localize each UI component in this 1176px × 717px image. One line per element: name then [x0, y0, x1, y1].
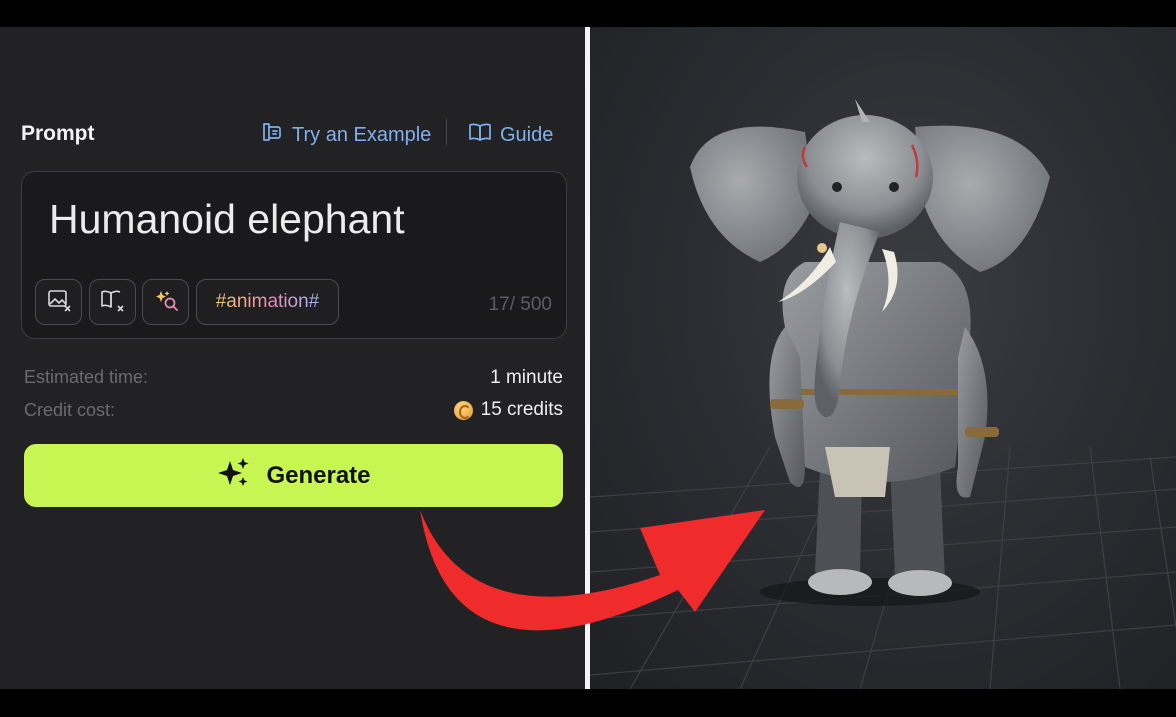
animation-tag-button[interactable]: #animation# [196, 279, 339, 325]
coin-icon [453, 400, 473, 420]
estimated-time-label: Estimated time: [24, 367, 149, 387]
guide-link[interactable]: Guide [468, 120, 553, 150]
generate-label: Generate [266, 461, 371, 489]
book-clear-icon [100, 287, 126, 318]
letterbox-bottom [0, 689, 1176, 717]
image-clear-icon [46, 287, 72, 318]
credit-cost-value: 15 credits [453, 399, 563, 421]
prompt-input[interactable]: Humanoid elephant #animation# 17/ 500 [21, 171, 567, 339]
sparkles-icon [216, 455, 252, 496]
credit-cost-text: 15 credits [480, 399, 563, 420]
sparkle-search-button[interactable] [142, 279, 189, 325]
animation-tag-label: #animation# [215, 291, 320, 312]
try-example-label: Try an Example [292, 123, 432, 146]
estimated-time-value: 1 minute [490, 367, 563, 389]
credit-cost-label: Credit cost: [24, 400, 116, 420]
book-clear-button[interactable] [89, 279, 136, 325]
open-book-icon [468, 120, 492, 150]
image-clear-button[interactable] [35, 279, 82, 325]
generate-button[interactable]: Generate [24, 444, 563, 507]
estimated-time-text: 1 minute [490, 367, 563, 388]
link-separator [446, 119, 447, 145]
prompt-text[interactable]: Humanoid elephant [49, 196, 405, 243]
try-example-link[interactable]: Try an Example [260, 120, 431, 150]
letterbox-top [0, 0, 1176, 27]
3d-model-viewport[interactable] [590, 27, 1176, 689]
character-count: 17/ 500 [488, 294, 552, 315]
book-sparkle-icon [260, 120, 284, 150]
elephant-model-image [690, 99, 1050, 606]
sparkle-search-icon [153, 287, 179, 318]
guide-label: Guide [500, 123, 554, 146]
prompt-label: Prompt [21, 122, 95, 145]
